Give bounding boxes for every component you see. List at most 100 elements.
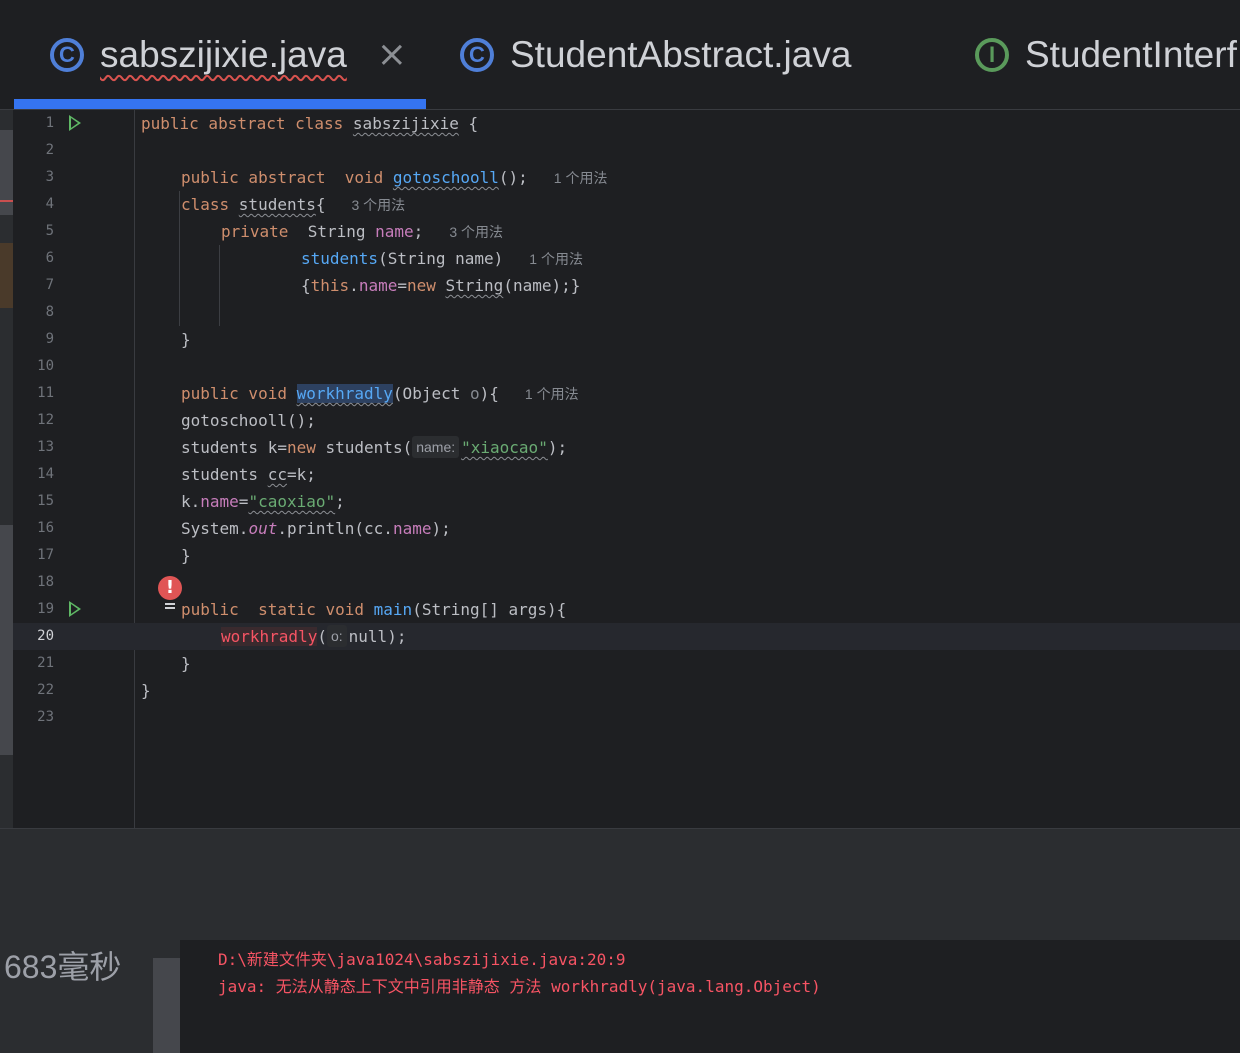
code-token: (: [317, 627, 327, 646]
code-token: (String name): [378, 249, 504, 268]
code-token: =: [397, 276, 407, 295]
code-token: .println(cc.: [277, 519, 393, 538]
line-number: 8: [45, 304, 54, 320]
code-token: (Object: [392, 384, 470, 403]
code-line: 6 students(String name) 1 个用法: [13, 245, 1240, 272]
code-line: 2: [13, 137, 1240, 164]
line-number: 17: [37, 547, 54, 563]
code-token: public abstract void: [181, 168, 393, 187]
code-token: "xiaocao": [461, 438, 548, 457]
build-output[interactable]: D:\新建文件夹\java1024\sabszijixie.java:20:9 …: [180, 940, 1240, 1053]
line-number: 13: [37, 439, 54, 455]
code-line: 1 public abstract class sabszijixie {: [13, 110, 1240, 137]
usage-hint[interactable]: 1 个用法: [554, 170, 608, 186]
code-line: 14 students cc=k;: [13, 461, 1240, 488]
code-token: (name);}: [503, 276, 581, 295]
code-token: private: [221, 222, 308, 241]
code-token: out: [248, 519, 278, 538]
code-line: 3 public abstract void gotoschooll(); 1 个…: [13, 164, 1240, 191]
code-token: workhradly: [296, 384, 393, 403]
tab-studentabstract[interactable]: C StudentAbstract.java: [460, 0, 851, 109]
code-line: 15 k.name="caoxiao";: [13, 488, 1240, 515]
code-token: k.: [181, 492, 201, 511]
code-token: (String[] args){: [412, 600, 567, 619]
code-token: gotoschooll();: [181, 411, 316, 430]
line-number: 14: [37, 466, 54, 482]
code-line: 13 students k=new students(name: "xiaocao…: [13, 434, 1240, 461]
line-number: 12: [37, 412, 54, 428]
code-token: {: [301, 276, 311, 295]
code-token: ;: [413, 222, 424, 241]
tool-window-area: [0, 828, 1240, 941]
line-number: 22: [37, 682, 54, 698]
code-line: 10: [13, 353, 1240, 380]
line-number: 20: [37, 628, 54, 644]
run-icon[interactable]: [69, 115, 81, 131]
code-token: {: [458, 114, 479, 133]
error-path-link[interactable]: D:\新建文件夹\java1024\sabszijixie.java:20:9: [218, 946, 626, 970]
code-token: String: [307, 222, 376, 241]
strip-error-mark: [0, 200, 13, 202]
code-token: public void: [181, 384, 297, 403]
code-token: name: [200, 492, 239, 511]
code-token-error[interactable]: workhradly: [221, 627, 318, 646]
code-token: name: [358, 276, 398, 295]
code-line: 18: [13, 569, 1240, 596]
code-token: "caoxiao": [248, 492, 336, 511]
editor-tab-bar: C sabszijixie.java × C StudentAbstract.j…: [0, 0, 1240, 110]
line-number: 6: [45, 250, 54, 266]
tab-studentinterface[interactable]: I StudentInterf: [975, 0, 1237, 109]
code-token: ){: [479, 384, 499, 403]
code-token: students(: [315, 438, 413, 457]
line-number: 15: [37, 493, 54, 509]
run-icon[interactable]: [69, 601, 81, 617]
strip-segment: [0, 525, 13, 755]
exclamation-icon: !: [158, 576, 182, 600]
line-number: 16: [37, 520, 54, 536]
code-token: cc: [267, 465, 287, 484]
code-token: System.: [181, 519, 249, 538]
usage-hint[interactable]: 1 个用法: [525, 386, 579, 402]
build-tree-panel: 683毫秒: [0, 940, 180, 1053]
code-token: ;: [335, 492, 345, 511]
error-lightbulb-icon[interactable]: !: [158, 576, 182, 616]
code-token: ();: [498, 168, 528, 187]
strip-segment: [0, 130, 13, 215]
code-line: 17 }: [13, 542, 1240, 569]
usage-hint[interactable]: 3 个用法: [449, 224, 503, 240]
code-token: }: [181, 546, 191, 565]
line-number: 11: [37, 385, 54, 401]
code-token: sabszijixie: [352, 114, 459, 133]
code-token: students: [181, 465, 268, 484]
usage-hint[interactable]: 3 个用法: [352, 197, 406, 213]
line-number: 21: [37, 655, 54, 671]
code-line: 11 public void workhradly(Object o){ 1 个用…: [13, 380, 1240, 407]
interface-icon: I: [975, 37, 1009, 72]
code-token: this: [310, 276, 350, 295]
line-number: 7: [45, 277, 54, 293]
code-token: );: [547, 438, 568, 457]
code-line: 9 }: [13, 326, 1240, 353]
code-token: {: [315, 195, 326, 214]
code-token: null);: [348, 627, 407, 646]
code-token: gotoschooll: [392, 168, 499, 187]
line-number: 2: [45, 142, 54, 158]
tab-sabszijixie[interactable]: C sabszijixie.java ×: [50, 0, 407, 109]
code-token: students: [301, 249, 379, 268]
close-icon[interactable]: ×: [377, 34, 407, 75]
code-token: .: [349, 276, 359, 295]
usage-hint[interactable]: 1 个用法: [529, 251, 583, 267]
code-token: );: [431, 519, 451, 538]
code-token: }: [141, 681, 151, 700]
tab-label: StudentAbstract.java: [510, 33, 852, 75]
code-editor[interactable]: 1 public abstract class sabszijixie { 2 …: [13, 110, 1240, 828]
tab-label: StudentInterf: [1025, 33, 1237, 75]
line-number: 19: [37, 601, 54, 617]
line-number: 4: [45, 196, 54, 212]
line-number: 18: [37, 574, 54, 590]
code-token: String: [445, 276, 504, 295]
code-token: o: [469, 384, 480, 403]
code-line: 16 System.out.println(cc.name);: [13, 515, 1240, 542]
scrollbar[interactable]: [153, 958, 180, 1053]
tab-label: sabszijixie.java: [100, 33, 347, 75]
